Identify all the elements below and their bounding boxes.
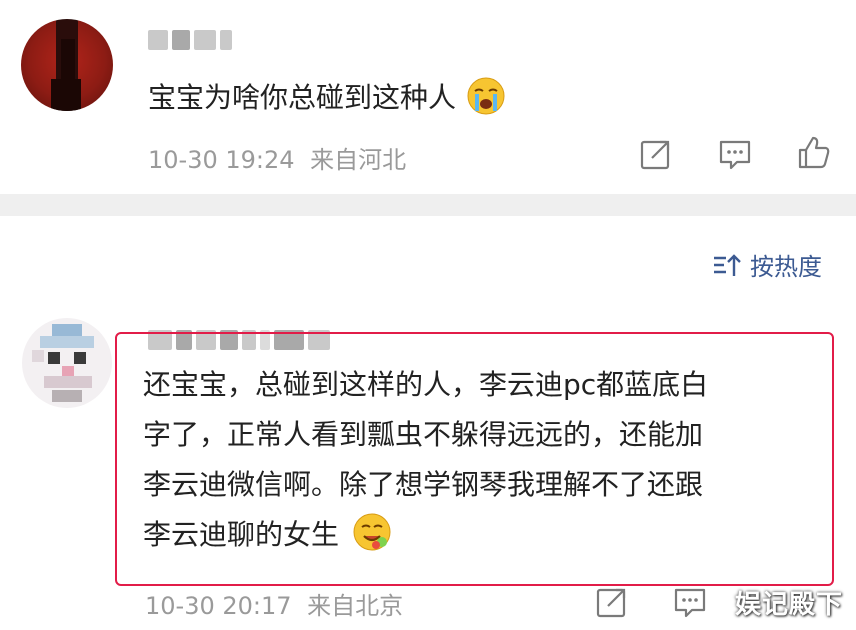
comment-button[interactable] (717, 136, 753, 176)
comment-line: 还宝宝，总碰到这样的人，李云迪pc都蓝底白 (143, 368, 709, 401)
avatar[interactable] (22, 318, 112, 408)
like-button[interactable] (796, 134, 832, 174)
avatar[interactable] (21, 19, 113, 111)
share-icon (640, 140, 670, 170)
comment-body: 宝宝为啥你总碰到这种人 (148, 81, 457, 114)
timestamp: 10-30 19:24 (148, 146, 295, 174)
sort-by-hot-button[interactable]: 按热度 (712, 247, 822, 282)
section-divider (0, 194, 856, 216)
comment-icon (719, 140, 751, 170)
sort-icon (714, 253, 741, 276)
comment-button[interactable] (672, 584, 708, 624)
comment-line: 李云迪微信啊。除了想学钢琴我理解不了还跟 (143, 468, 704, 501)
drooling-face-icon (352, 512, 392, 568)
comment-meta: 10-30 20:17 来自北京 (145, 586, 403, 621)
crying-face-icon (467, 77, 505, 122)
share-button[interactable] (638, 136, 674, 176)
comment-line: 李云迪聊的女生 (143, 510, 833, 568)
username-blurred[interactable] (148, 30, 232, 50)
comment-line: 字了，正常人看到瓢虫不躲得远远的，还能加 (143, 418, 704, 451)
location: 来自河北 (310, 146, 407, 174)
timestamp: 10-30 20:17 (145, 592, 292, 620)
comment-icon (674, 588, 706, 618)
comment-text: 还宝宝，总碰到这样的人，李云迪pc都蓝底白 字了，正常人看到瓢虫不躲得远远的，还… (143, 360, 833, 568)
comment-line-text: 李云迪聊的女生 (143, 518, 340, 551)
thumbs-up-icon (798, 136, 830, 169)
comment-meta: 10-30 19:24 来自河北 (148, 140, 406, 175)
share-icon (596, 588, 626, 618)
share-button[interactable] (594, 584, 630, 624)
sort-label: 按热度 (750, 253, 822, 281)
location: 来自北京 (307, 592, 404, 620)
watermark: 娱记殿下 (735, 590, 844, 620)
comment-text: 宝宝为啥你总碰到这种人 (148, 76, 505, 122)
